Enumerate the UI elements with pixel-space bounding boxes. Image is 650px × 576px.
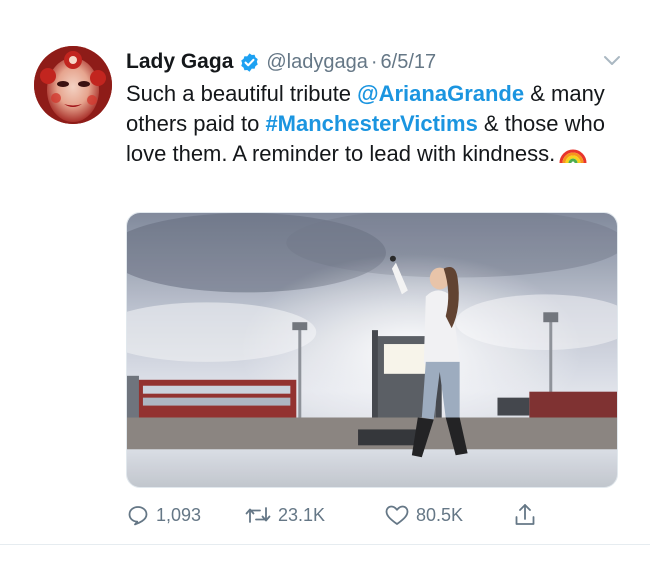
mention-link[interactable]: @ArianaGrande <box>357 81 524 106</box>
display-name[interactable]: Lady Gaga <box>126 50 233 74</box>
avatar[interactable] <box>34 46 112 124</box>
share-button[interactable] <box>513 500 537 530</box>
chevron-down-icon[interactable] <box>600 52 624 70</box>
tweet[interactable]: Lady Gaga @ladygaga · 6/5/17 Such a beau… <box>0 0 650 576</box>
tweet-actions: 1,093 23.1K 80.5K <box>126 500 626 530</box>
tweet-header: Lady Gaga @ladygaga · 6/5/17 <box>126 47 436 77</box>
reply-icon <box>126 503 150 527</box>
retweet-icon <box>244 503 272 527</box>
share-icon <box>513 502 537 528</box>
like-count: 80.5K <box>416 504 464 525</box>
verified-badge-icon <box>239 52 260 73</box>
like-button[interactable]: 80.5K <box>384 500 463 530</box>
tweet-photo[interactable] <box>126 212 618 488</box>
retweet-button[interactable]: 23.1K <box>244 500 325 530</box>
reply-button[interactable]: 1,093 <box>126 500 201 530</box>
hashtag-link[interactable]: #ManchesterVictims <box>265 111 477 136</box>
handle[interactable]: @ladygaga <box>266 51 367 74</box>
rainbow-icon <box>559 143 587 165</box>
retweet-count: 23.1K <box>278 504 326 525</box>
tweet-date[interactable]: 6/5/17 <box>381 51 437 74</box>
divider <box>0 544 650 545</box>
avatar-image <box>34 46 112 124</box>
concert-photo <box>127 213 617 487</box>
reply-count: 1,093 <box>156 504 202 525</box>
separator-dot: · <box>370 50 378 73</box>
tweet-text: Such a beautiful tribute @ArianaGrande &… <box>126 79 626 169</box>
tweet-text-part: Such a beautiful tribute <box>126 81 358 106</box>
heart-icon <box>384 503 410 527</box>
